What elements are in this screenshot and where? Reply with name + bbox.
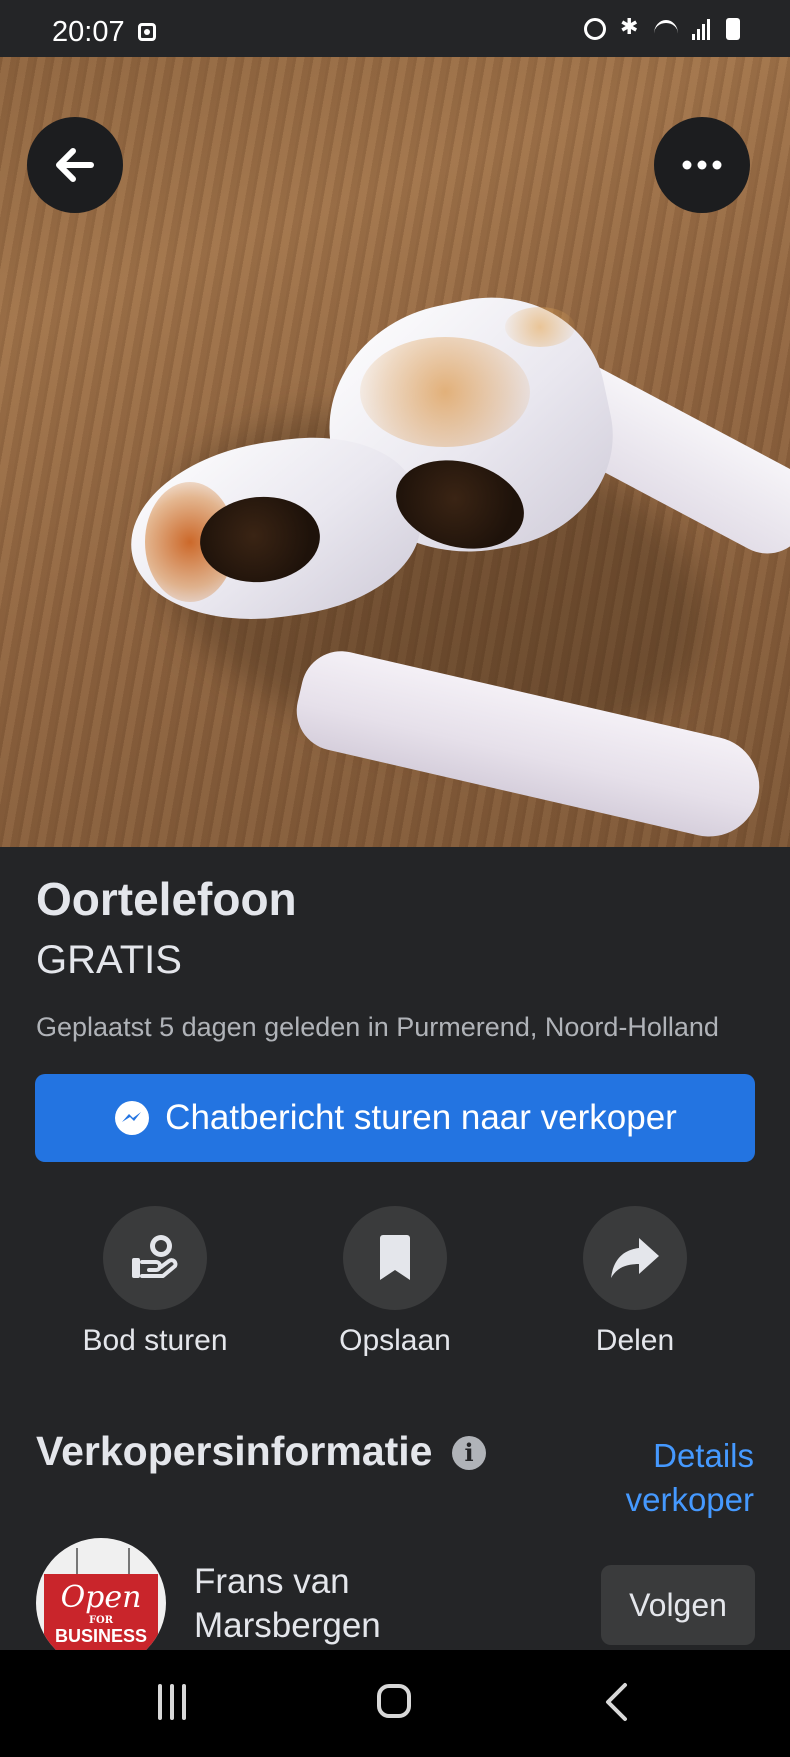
listing-photo[interactable]	[0, 57, 790, 847]
recents-icon[interactable]	[158, 1684, 186, 1720]
home-icon[interactable]	[377, 1684, 411, 1718]
status-time: 20:07	[52, 16, 125, 48]
status-icons	[584, 14, 740, 40]
alarm-icon	[584, 18, 606, 40]
seller-avatar[interactable]: Open FOR BUSINESS	[36, 1538, 166, 1668]
notification-icon	[138, 23, 156, 41]
battery-icon	[726, 18, 740, 40]
signal-icon	[692, 18, 714, 40]
message-seller-button[interactable]: Chatbericht sturen naar verkoper	[35, 1074, 755, 1162]
earwax-stain	[505, 307, 575, 347]
follow-button[interactable]: Volgen	[601, 1565, 755, 1645]
arrow-left-icon	[56, 148, 94, 182]
more-dots-icon	[682, 160, 722, 170]
seller-details-link[interactable]: Details verkoper	[534, 1434, 754, 1522]
share-label: Delen	[595, 1324, 675, 1357]
send-offer-label: Bod sturen	[82, 1324, 228, 1357]
listing-price: GRATIS	[36, 938, 182, 982]
share-circle[interactable]	[583, 1206, 687, 1310]
save-circle[interactable]	[343, 1206, 447, 1310]
sign-business-text: BUSINESS	[54, 1626, 148, 1646]
back-button[interactable]	[27, 117, 123, 213]
info-icon[interactable]: i	[452, 1436, 486, 1470]
message-seller-label: Chatbericht sturen naar verkoper	[165, 1098, 677, 1137]
wifi-icon	[652, 18, 680, 40]
back-chevron-icon[interactable]	[603, 1682, 629, 1727]
seller-info-heading: Verkopersinformatie	[36, 1428, 433, 1474]
share-icon	[611, 1238, 659, 1278]
share-button[interactable]: Delen	[525, 1206, 745, 1358]
send-offer-circle[interactable]	[103, 1206, 207, 1310]
more-options-button[interactable]	[654, 117, 750, 213]
listing-meta: Geplaatst 5 dagen geleden in Purmerend, …	[36, 1012, 719, 1042]
bluetooth-icon	[618, 14, 640, 40]
sign-open-text: Open	[60, 1580, 142, 1615]
listing-title: Oortelefoon	[36, 873, 297, 925]
system-nav-bar	[0, 1650, 790, 1757]
messenger-icon	[115, 1101, 150, 1135]
save-label: Opslaan	[339, 1324, 451, 1357]
offer-icon	[132, 1235, 178, 1278]
save-button[interactable]: Opslaan	[285, 1206, 505, 1358]
send-offer-button[interactable]: Bod sturen	[45, 1206, 265, 1358]
sign-for-text: FOR	[88, 1615, 114, 1626]
status-bar: 20:07	[0, 0, 790, 57]
bookmark-icon	[380, 1235, 410, 1280]
seller-name[interactable]: Frans van Marsbergen	[194, 1560, 454, 1648]
earwax-stain	[360, 337, 530, 447]
